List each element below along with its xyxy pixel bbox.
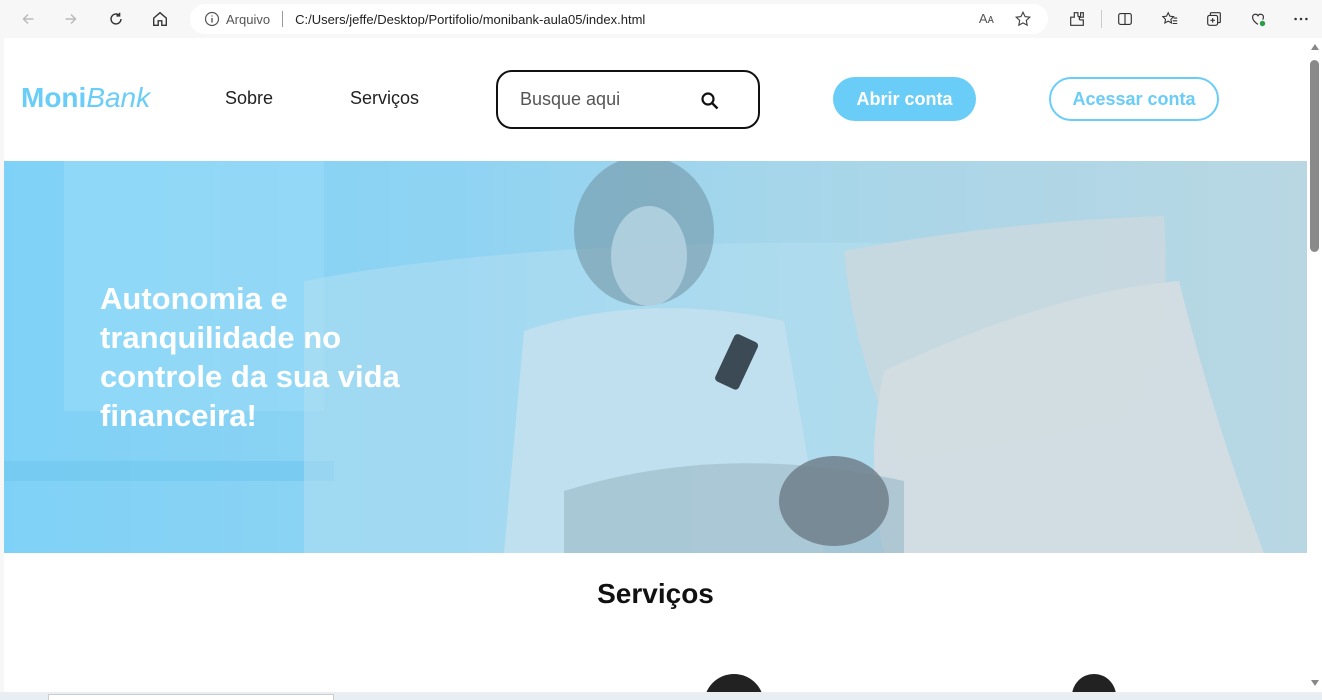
refresh-icon[interactable] (102, 6, 130, 32)
more-options-icon[interactable] (1289, 7, 1313, 31)
scrollbar-thumb[interactable] (1310, 60, 1319, 252)
hero-title: Autonomia e tranquilidade no controle da… (100, 281, 400, 433)
star-icon[interactable] (1014, 10, 1032, 28)
page-scrollbar[interactable] (1307, 38, 1322, 692)
service-image-2 (1072, 674, 1116, 692)
favorites-icon[interactable] (1158, 7, 1182, 31)
forward-icon[interactable] (57, 6, 85, 32)
split-screen-icon[interactable] (1113, 7, 1137, 31)
service-image-1 (704, 674, 764, 692)
logo-moni: Moni (21, 82, 87, 113)
scroll-down-icon[interactable] (1311, 680, 1319, 686)
access-account-button[interactable]: Acessar conta (1049, 77, 1219, 121)
address-bar[interactable]: Arquivo C:/Users/jeffe/Desktop/Portifoli… (190, 4, 1048, 34)
page-viewport: MoniBank Sobre Serviços Abrir conta Aces… (4, 38, 1307, 692)
bottom-strip (0, 692, 1322, 700)
scroll-up-icon[interactable] (1311, 44, 1319, 50)
browser-toolbar: Arquivo C:/Users/jeffe/Desktop/Portifoli… (0, 0, 1322, 38)
site-header: MoniBank Sobre Serviços Abrir conta Aces… (4, 38, 1307, 161)
search-input[interactable] (520, 89, 690, 110)
toolbar-divider (1101, 10, 1102, 28)
address-protocol: Arquivo (226, 11, 271, 27)
collections-icon[interactable] (1202, 7, 1226, 31)
hero-banner: Autonomia e tranquilidade no controle da… (4, 161, 1307, 553)
logo-bank: Bank (86, 82, 151, 113)
extensions-icon[interactable] (1065, 7, 1089, 31)
address-url[interactable]: C:/Users/jeffe/Desktop/Portifolio/moniba… (295, 12, 645, 27)
browser-essentials-icon[interactable] (1246, 7, 1270, 31)
search-box (496, 70, 760, 129)
monibank-logo[interactable]: MoniBank (21, 82, 150, 114)
back-icon[interactable] (14, 6, 42, 32)
nav-link-servicos[interactable]: Serviços (350, 88, 419, 109)
open-account-button[interactable]: Abrir conta (833, 77, 976, 121)
address-separator (282, 11, 284, 27)
bottom-tab (48, 694, 334, 700)
info-icon[interactable] (204, 11, 220, 27)
nav-link-sobre[interactable]: Sobre (225, 88, 273, 109)
home-icon[interactable] (146, 6, 174, 32)
search-icon[interactable] (700, 91, 720, 111)
services-heading: Serviços (597, 578, 714, 609)
read-aloud-icon[interactable]: Aᴀ (979, 11, 994, 26)
